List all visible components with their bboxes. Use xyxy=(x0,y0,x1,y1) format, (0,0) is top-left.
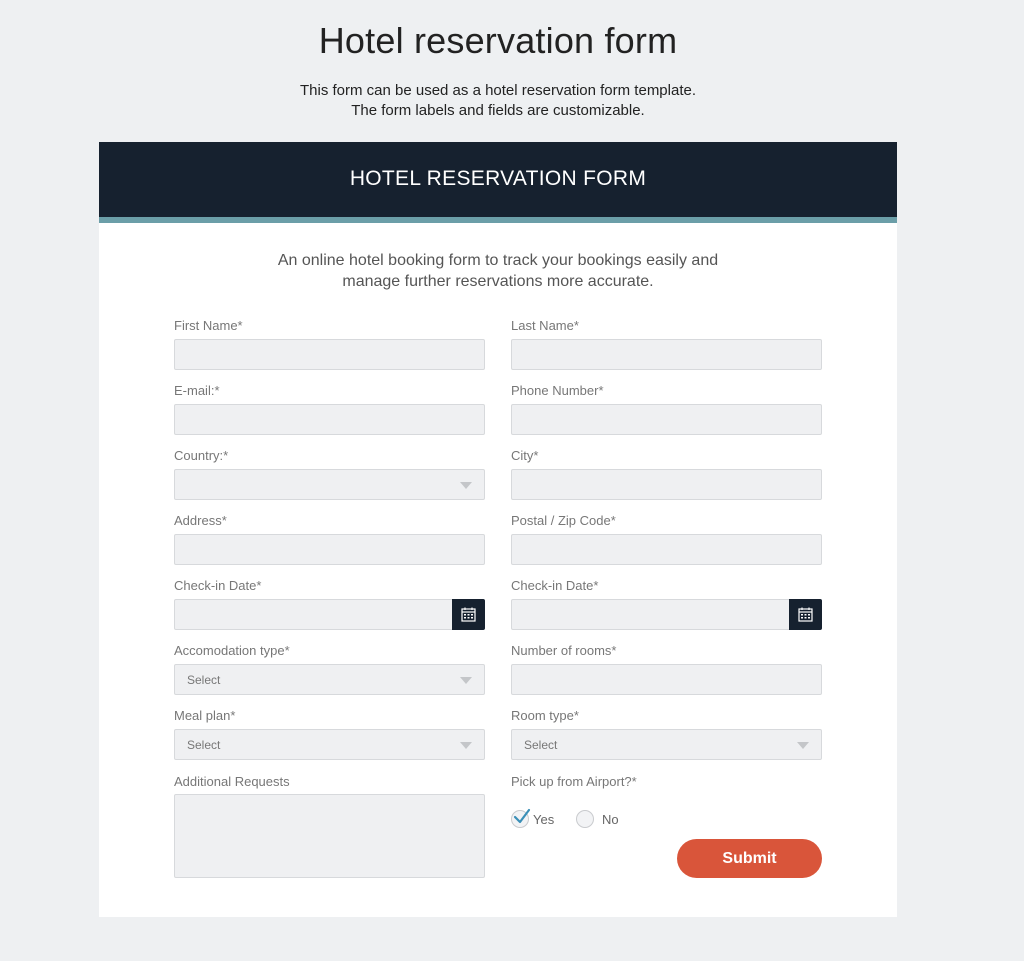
reservation-form-card: HOTEL RESERVATION FORM An online hotel b… xyxy=(99,142,897,917)
accommodation-type-label: Accomodation type* xyxy=(174,643,290,658)
form-description-line-2: manage further reservations more accurat… xyxy=(342,273,654,290)
phone-label: Phone Number* xyxy=(511,383,604,398)
room-type-value: Select xyxy=(524,738,558,752)
page-title: Hotel reservation form xyxy=(318,20,678,61)
calendar-icon xyxy=(461,607,476,622)
checkin-date-input[interactable] xyxy=(174,599,485,630)
accommodation-type-select[interactable]: Select xyxy=(174,664,485,695)
last-name-input[interactable] xyxy=(511,339,822,370)
form-description: An online hotel booking form to track yo… xyxy=(99,250,897,292)
number-of-rooms-label: Number of rooms* xyxy=(511,643,617,658)
first-name-input[interactable] xyxy=(174,339,485,370)
pickup-no-option[interactable]: No xyxy=(576,810,619,828)
accommodation-type-value: Select xyxy=(187,673,221,687)
submit-button[interactable]: Submit xyxy=(677,839,822,878)
address-label: Address* xyxy=(174,513,227,528)
phone-input[interactable] xyxy=(511,404,822,435)
airport-pickup-label: Pick up from Airport?* xyxy=(511,774,637,789)
country-label: Country:* xyxy=(174,448,229,463)
additional-requests-textarea[interactable] xyxy=(174,794,485,878)
chevron-down-icon xyxy=(797,742,809,749)
email-input[interactable] xyxy=(174,404,485,435)
calendar-button[interactable] xyxy=(452,599,485,630)
number-of-rooms-input[interactable] xyxy=(511,664,822,695)
form-header-title: HOTEL RESERVATION FORM xyxy=(349,166,647,190)
chevron-down-icon xyxy=(460,677,472,684)
form-header: HOTEL RESERVATION FORM xyxy=(99,142,897,223)
meal-plan-select[interactable]: Select xyxy=(174,729,485,760)
chevron-down-icon xyxy=(460,742,472,749)
city-input[interactable] xyxy=(511,469,822,500)
pickup-yes-label: Yes xyxy=(533,811,555,827)
pickup-no-label: No xyxy=(602,811,619,827)
intro-line-1: This form can be used as a hotel reserva… xyxy=(299,82,697,99)
pickup-no-radio[interactable] xyxy=(576,810,594,828)
first-name-label: First Name* xyxy=(174,318,243,333)
email-label: E-mail:* xyxy=(174,383,220,398)
room-type-label: Room type* xyxy=(511,708,579,723)
check-icon xyxy=(513,808,531,824)
page-intro: This form can be used as a hotel reserva… xyxy=(0,81,996,121)
last-name-label: Last Name* xyxy=(511,318,579,333)
meal-plan-label: Meal plan* xyxy=(174,708,236,723)
room-type-select[interactable]: Select xyxy=(511,729,822,760)
intro-line-2: The form labels and fields are customiza… xyxy=(351,102,645,119)
meal-plan-value: Select xyxy=(187,738,221,752)
chevron-down-icon xyxy=(460,482,472,489)
postal-code-label: Postal / Zip Code* xyxy=(511,513,616,528)
checkin-date-label-2: Check-in Date* xyxy=(511,578,599,593)
pickup-yes-radio[interactable] xyxy=(511,808,531,828)
calendar-button-2[interactable] xyxy=(789,599,822,630)
form-description-line-1: An online hotel booking form to track yo… xyxy=(277,252,719,269)
country-select[interactable] xyxy=(174,469,485,500)
checkin-date-label: Check-in Date* xyxy=(174,578,262,593)
city-label: City* xyxy=(511,448,539,463)
postal-code-input[interactable] xyxy=(511,534,822,565)
additional-requests-label: Additional Requests xyxy=(174,774,290,789)
calendar-icon xyxy=(798,607,813,622)
pickup-yes-option[interactable]: Yes xyxy=(511,808,555,828)
address-input[interactable] xyxy=(174,534,485,565)
checkin-date-input-2[interactable] xyxy=(511,599,822,630)
